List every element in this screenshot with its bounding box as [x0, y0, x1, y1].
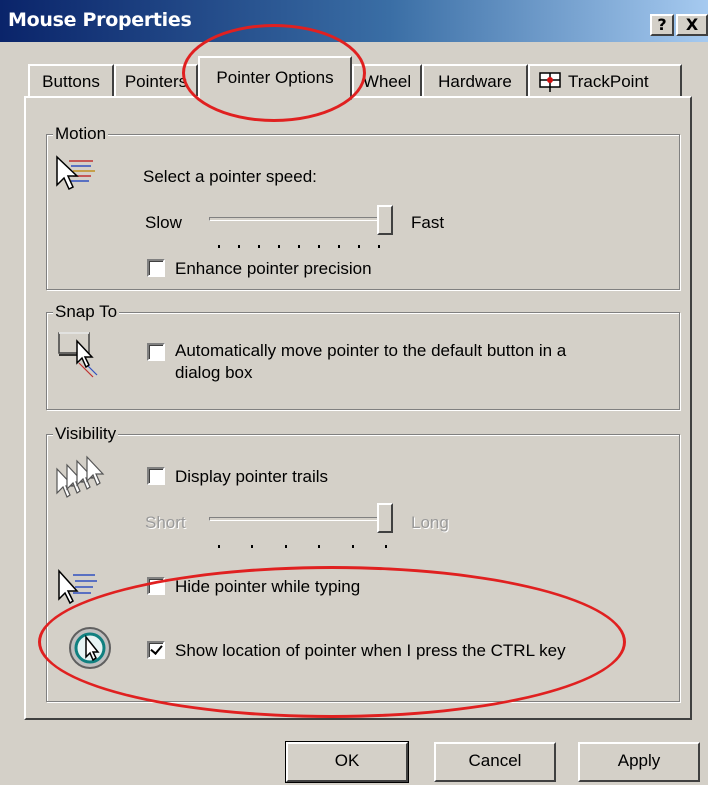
motion-group-label: Motion [53, 124, 109, 144]
show-location-ctrl-label: Show location of pointer when I press th… [175, 641, 566, 660]
tab-pointers[interactable]: Pointers [114, 64, 198, 98]
close-button[interactable]: X [676, 14, 708, 36]
snap-to-default-label-line1: Automatically move pointer to the defaul… [175, 341, 567, 360]
snap-to-default-label-line2: dialog box [175, 363, 253, 382]
speed-tick [358, 245, 360, 248]
tab-buttons[interactable]: Buttons [28, 64, 114, 98]
pointer-options-page: Motion Select a pointer speed: Slow Fast… [24, 96, 692, 720]
trail-tick [218, 545, 220, 548]
show-location-ctrl-checkbox[interactable] [147, 641, 165, 659]
show-location-icon [69, 627, 111, 669]
trail-tick [285, 545, 287, 548]
visibility-group-label: Visibility [53, 424, 119, 444]
speed-tick [258, 245, 260, 248]
fast-label: Fast [411, 213, 445, 232]
tab-trackpoint-label: TrackPoint [568, 72, 649, 91]
slow-label: Slow [145, 213, 182, 232]
pointer-speed-icon [56, 155, 95, 191]
pointer-speed-label: Select a pointer speed: [143, 167, 317, 186]
enhance-precision-checkbox[interactable] [147, 259, 165, 277]
trackpoint-icon [539, 72, 561, 92]
speed-tick [318, 245, 320, 248]
long-label: Long [411, 513, 449, 532]
hide-pointer-icon [58, 569, 97, 605]
title-bar[interactable]: Mouse Properties ? X [0, 0, 708, 42]
motion-group: Motion Select a pointer speed: Slow Fast… [46, 124, 680, 290]
tab-pointer-options[interactable]: Pointer Options [198, 56, 352, 100]
speed-tick [238, 245, 240, 248]
pointer-trails-checkbox[interactable] [147, 467, 165, 485]
snap-to-group-label: Snap To [53, 302, 120, 322]
visibility-group: Visibility Display pointer trails Short … [46, 424, 680, 702]
snap-to-group: Snap To Automatically move pointer to th… [46, 302, 680, 410]
speed-tick [378, 245, 380, 248]
apply-button[interactable]: Apply [578, 742, 700, 782]
window-title: Mouse Properties [8, 9, 192, 31]
pointer-trails-label: Display pointer trails [175, 467, 329, 486]
cancel-button[interactable]: Cancel [434, 742, 556, 782]
ok-button[interactable]: OK [285, 741, 409, 783]
tab-trackpoint[interactable]: TrackPoint [528, 64, 682, 98]
trail-tick [318, 545, 320, 548]
speed-tick [218, 245, 220, 248]
trail-length-track [209, 517, 391, 521]
trail-length-slider[interactable] [377, 503, 393, 533]
pointer-speed-slider[interactable] [377, 205, 393, 235]
hide-pointer-typing-label: Hide pointer while typing [175, 577, 361, 596]
pointer-speed-track [209, 217, 391, 221]
pointer-trails-icon [56, 455, 105, 498]
speed-tick [278, 245, 280, 248]
tab-hardware[interactable]: Hardware [422, 64, 528, 98]
trail-tick [251, 545, 253, 548]
trail-tick [385, 545, 387, 548]
short-label: Short [145, 513, 186, 532]
tab-wheel[interactable]: Wheel [352, 64, 422, 98]
snap-to-default-checkbox[interactable] [147, 343, 165, 361]
hide-pointer-typing-checkbox[interactable] [147, 577, 165, 595]
help-button[interactable]: ? [650, 14, 674, 36]
speed-tick [298, 245, 300, 248]
mouse-properties-dialog: Mouse Properties ? X Buttons Pointers Po… [0, 0, 708, 785]
speed-tick [338, 245, 340, 248]
snap-to-icon [58, 332, 98, 378]
enhance-precision-label: Enhance pointer precision [175, 259, 372, 278]
trail-tick [352, 545, 354, 548]
